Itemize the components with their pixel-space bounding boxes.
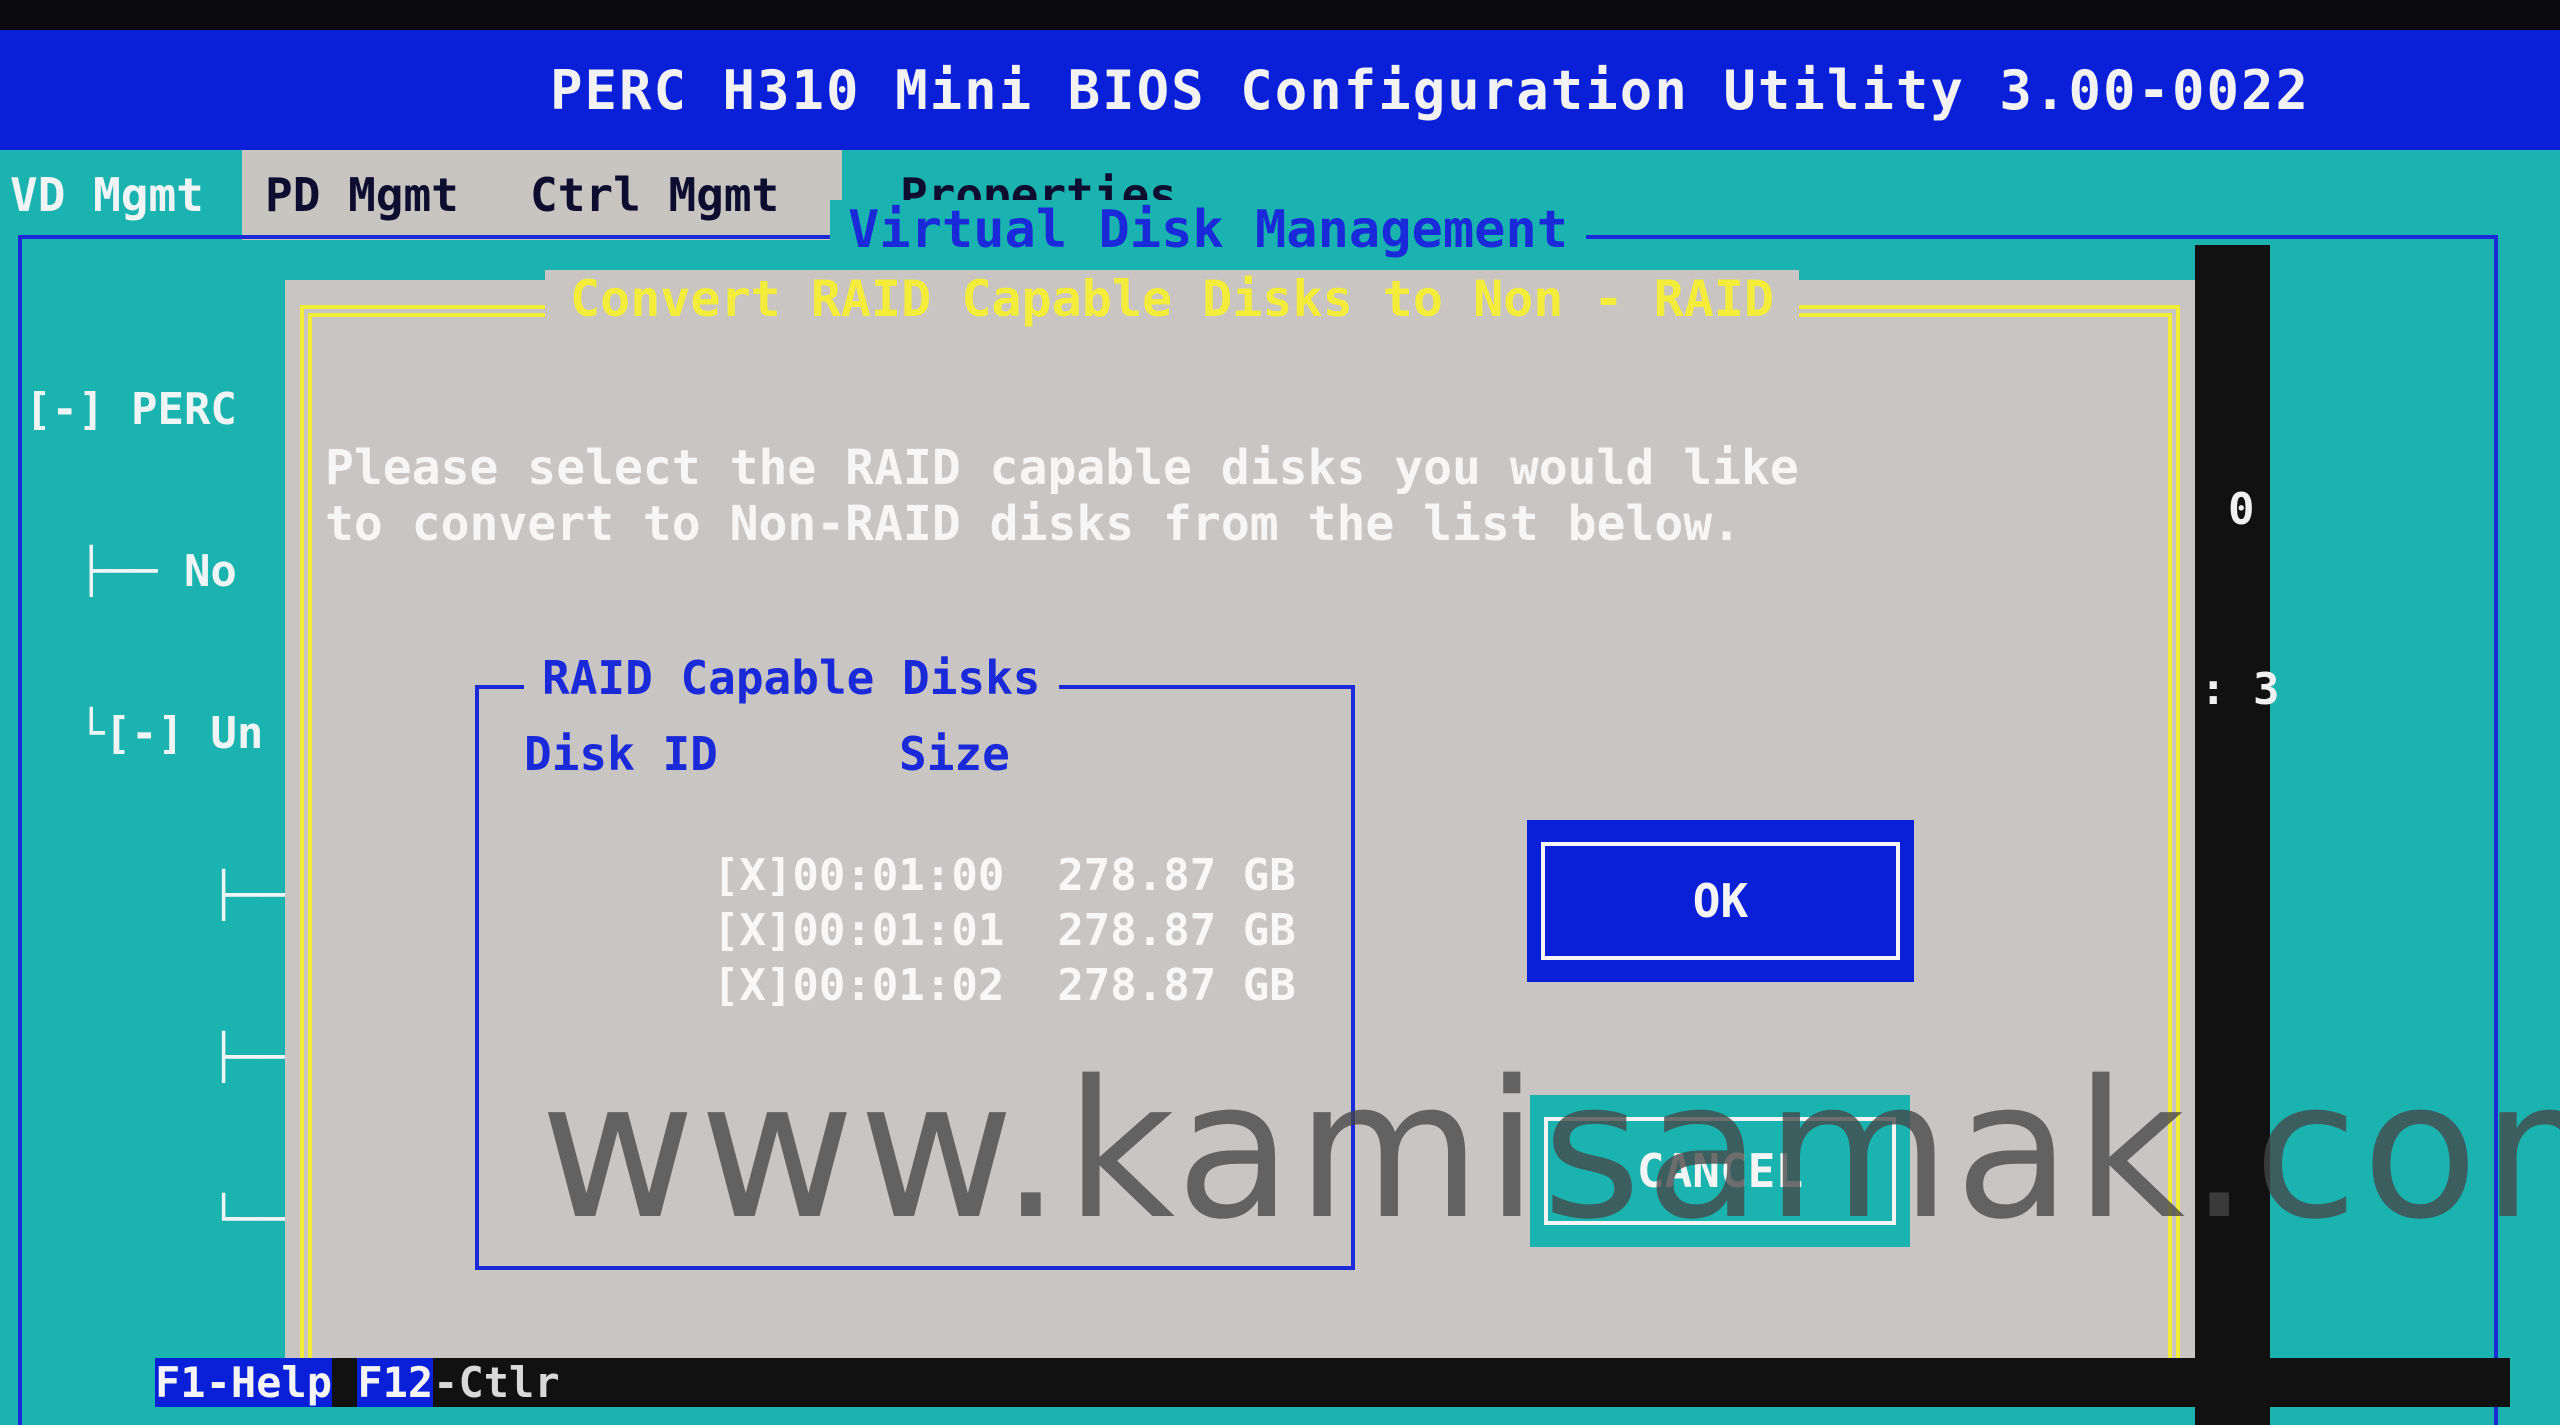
disk-size: 278.87 GB [1057,960,1296,1011]
menu-pd-mgmt[interactable]: PD Mgmt [265,168,459,222]
f12-label: -Ctlr [433,1358,560,1407]
menu-vd-mgmt[interactable]: VD Mgmt [10,168,204,222]
watermark: www.kamisamak.com [540,1040,2560,1261]
right-value: 0 [2228,484,2255,535]
ok-label: OK [1692,874,1749,928]
right-value: : 3 [2200,664,2280,715]
column-header-size: Size [899,727,1010,781]
app-title: PERC H310 Mini BIOS Configuration Utilit… [549,58,2311,122]
ok-button[interactable]: OK [1527,820,1914,982]
column-header-disk-id: Disk ID [524,727,718,781]
panel-title: Virtual Disk Management [830,200,1587,260]
dialog-title: Convert RAID Capable Disks to Non - RAID [545,270,1800,328]
title-bar: PERC H310 Mini BIOS Configuration Utilit… [0,30,2560,150]
disk-checkbox[interactable]: [X] [713,960,792,1011]
f1-key[interactable]: F1 [155,1358,206,1407]
disk-id: 00:01:02 [792,960,1005,1011]
disk-list-title: RAID Capable Disks [524,651,1059,705]
footer-help-bar: F1-Help F12-Ctlr [155,1358,2510,1407]
menu-ctrl-mgmt[interactable]: Ctrl Mgmt [530,168,779,222]
f12-key[interactable]: F12 [357,1358,434,1407]
f1-label: -Help [205,1358,333,1407]
dialog-message: Please select the RAID capable disks you… [325,440,1799,552]
right-values: 0 : 3 [2200,360,2306,840]
